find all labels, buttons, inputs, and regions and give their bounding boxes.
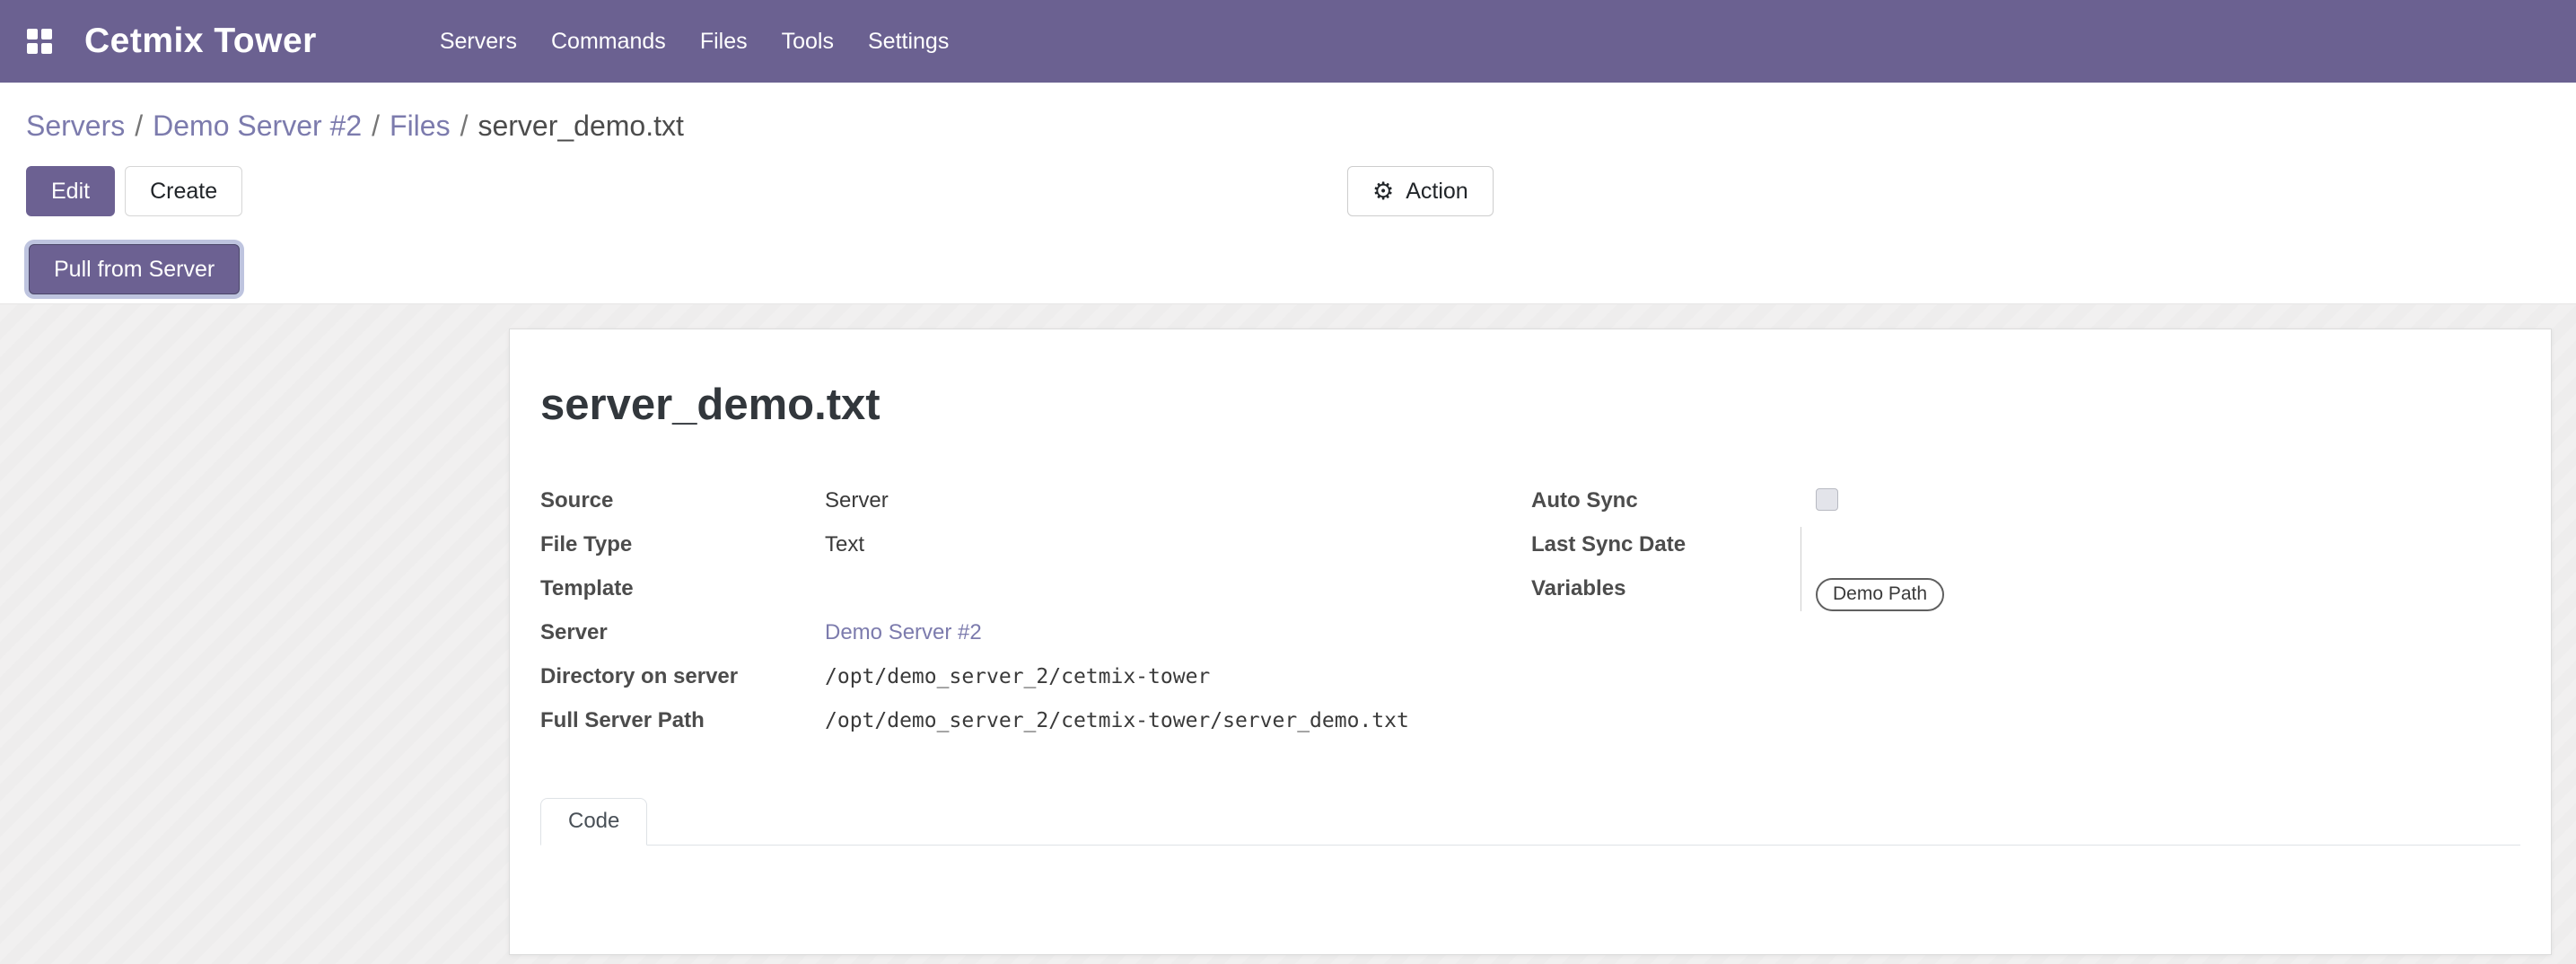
- nav-item-tools[interactable]: Tools: [765, 0, 851, 83]
- field-row-directory: Directory on server /opt/demo_server_2/c…: [540, 658, 1531, 702]
- form-sheet: server_demo.txt Source Server File Type …: [509, 329, 2552, 955]
- breadcrumb-current: server_demo.txt: [478, 110, 683, 142]
- breadcrumb-separator: /: [125, 110, 153, 142]
- auto-sync-checkbox[interactable]: [1816, 488, 1838, 511]
- field-row-template: Template: [540, 570, 1531, 614]
- field-label-last-sync: Last Sync Date: [1531, 526, 1816, 558]
- field-value-variables: Demo Path: [1816, 570, 1944, 611]
- action-button[interactable]: ⚙ Action: [1347, 166, 1494, 216]
- field-row-file-type: File Type Text: [540, 526, 1531, 570]
- gear-icon: ⚙: [1372, 180, 1394, 204]
- apps-grid-square: [41, 29, 52, 39]
- tab-code[interactable]: Code: [540, 798, 647, 846]
- nav-item-files[interactable]: Files: [683, 0, 765, 83]
- brand-title[interactable]: Cetmix Tower: [84, 22, 317, 61]
- record-title: server_demo.txt: [540, 380, 2520, 430]
- field-value-file-type: Text: [825, 526, 864, 558]
- field-group-right: Auto Sync Last Sync Date Variables Demo …: [1531, 482, 2520, 746]
- field-row-auto-sync: Auto Sync: [1531, 482, 2520, 526]
- nav-item-settings[interactable]: Settings: [851, 0, 966, 83]
- field-label-auto-sync: Auto Sync: [1531, 482, 1816, 514]
- top-navbar: Cetmix Tower Servers Commands Files Tool…: [0, 0, 2576, 83]
- create-button[interactable]: Create: [125, 166, 242, 216]
- field-row-last-sync: Last Sync Date: [1531, 526, 2520, 570]
- breadcrumb-link-demo-server[interactable]: Demo Server #2: [153, 110, 362, 142]
- field-value-source: Server: [825, 482, 889, 514]
- field-value-directory: /opt/demo_server_2/cetmix-tower: [825, 658, 1210, 690]
- notebook-tabs: Code: [540, 798, 2520, 846]
- button-row: Edit Create ⚙ Action: [26, 166, 2550, 216]
- apps-grid-square: [27, 29, 38, 39]
- field-label-source: Source: [540, 482, 825, 514]
- field-row-variables: Variables Demo Path: [1531, 570, 2520, 614]
- edit-button[interactable]: Edit: [26, 166, 115, 216]
- apps-grid-square: [41, 43, 52, 54]
- breadcrumb-separator: /: [362, 110, 390, 142]
- form-view-background: server_demo.txt Source Server File Type …: [0, 303, 2576, 964]
- code-tab-content: [540, 846, 2520, 948]
- variables-tag-demo-path[interactable]: Demo Path: [1816, 578, 1944, 611]
- apps-grid-square: [27, 43, 38, 54]
- field-value-full-path: /opt/demo_server_2/cetmix-tower/server_d…: [825, 702, 1409, 734]
- breadcrumb-separator: /: [451, 110, 478, 142]
- main-menu: Servers Commands Files Tools Settings: [423, 0, 966, 83]
- action-button-label: Action: [1406, 179, 1468, 205]
- field-row-full-path: Full Server Path /opt/demo_server_2/cetm…: [540, 702, 1531, 746]
- apps-grid-icon[interactable]: [27, 29, 52, 54]
- field-label-variables: Variables: [1531, 570, 1816, 602]
- breadcrumb-link-servers[interactable]: Servers: [26, 110, 125, 142]
- nav-item-servers[interactable]: Servers: [423, 0, 534, 83]
- control-panel: Servers/Demo Server #2/Files/server_demo…: [0, 83, 2576, 303]
- field-row-server: Server Demo Server #2: [540, 614, 1531, 658]
- field-label-file-type: File Type: [540, 526, 825, 558]
- breadcrumb: Servers/Demo Server #2/Files/server_demo…: [26, 83, 2550, 143]
- breadcrumb-link-files[interactable]: Files: [390, 110, 451, 142]
- field-label-full-path: Full Server Path: [540, 702, 825, 734]
- field-group-left: Source Server File Type Text Template Se…: [540, 482, 1531, 746]
- field-row-source: Source Server: [540, 482, 1531, 526]
- field-value-server-link[interactable]: Demo Server #2: [825, 614, 982, 646]
- field-label-server: Server: [540, 614, 825, 646]
- pull-row: Pull from Server: [26, 244, 2550, 303]
- pull-from-server-button[interactable]: Pull from Server: [29, 244, 240, 294]
- field-groups: Source Server File Type Text Template Se…: [540, 482, 2520, 746]
- field-label-template: Template: [540, 570, 825, 602]
- nav-item-commands[interactable]: Commands: [534, 0, 683, 83]
- field-label-directory: Directory on server: [540, 658, 825, 690]
